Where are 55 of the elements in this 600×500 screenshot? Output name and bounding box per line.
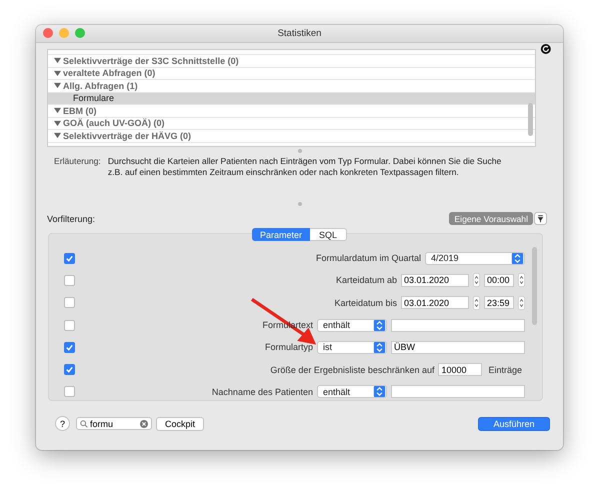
- unit-label: Einträge: [488, 364, 522, 375]
- tree-item[interactable]: Formulare: [48, 92, 536, 105]
- dropdown[interactable]: enthält: [317, 385, 387, 398]
- explanation-text: Durchsucht die Karteien aller Patienten nach Einträgen vom Typ Formular. Dabei können Sie die Suche z.B. auf einen bestimmten Zeitraum einschränken oder nach konkreten Textpassagen filtern.: [108, 156, 502, 178]
- input-field[interactable]: ÜBW: [391, 340, 525, 354]
- tab[interactable]: SQL: [310, 228, 348, 241]
- checkbox[interactable]: [64, 364, 75, 376]
- prefilter-label: Vorfilterung:: [47, 214, 96, 224]
- updown-arrows-icon[interactable]: [511, 252, 524, 264]
- updown-arrows-icon[interactable]: [373, 342, 386, 353]
- stepper-icon[interactable]: [473, 273, 480, 288]
- checkbox[interactable]: [64, 342, 75, 353]
- input-field[interactable]: 10000: [438, 363, 482, 376]
- parameter-label: Karteidatum bis: [334, 298, 397, 308]
- date-field[interactable]: 03.01.2020: [401, 274, 469, 287]
- dropdown[interactable]: ist: [317, 340, 387, 354]
- updown-arrows-icon[interactable]: [373, 386, 386, 398]
- tree-group[interactable]: Selektivverträge der HÄVG (0): [48, 130, 536, 142]
- input-field[interactable]: [391, 385, 525, 398]
- tree-group[interactable]: veraltete Abfragen (0): [48, 68, 536, 80]
- explanation-label: Erläuterung:: [54, 156, 101, 168]
- splitter-handle[interactable]: [298, 149, 302, 153]
- updown-arrows-icon[interactable]: [373, 320, 386, 331]
- tab[interactable]: Parameter: [252, 228, 310, 241]
- date-field[interactable]: 03.01.2020: [401, 296, 469, 310]
- search-field[interactable]: formu: [76, 417, 152, 430]
- time-field[interactable]: 00:00: [484, 274, 514, 287]
- splitter-handle[interactable]: [298, 202, 302, 206]
- cockpit-button[interactable]: Cockpit: [156, 416, 204, 430]
- parameter-label: Formulartyp: [264, 342, 313, 352]
- tree-group[interactable]: Selektivverträge der S3C Schnittstelle (0): [48, 55, 536, 68]
- checkbox[interactable]: [64, 320, 75, 331]
- checkbox[interactable]: [64, 274, 75, 286]
- refresh-icon[interactable]: [540, 43, 552, 55]
- time-field[interactable]: 23:59: [484, 296, 514, 310]
- parameter-label: Größe der Ergebnisliste beschränken auf: [270, 364, 434, 375]
- close-button[interactable]: [43, 28, 53, 38]
- parameter-label: Nachname des Patienten: [212, 386, 313, 397]
- checkbox[interactable]: [64, 386, 75, 398]
- dropdown[interactable]: enthält: [317, 318, 387, 332]
- window-title: Statistiken: [278, 28, 322, 39]
- checkbox[interactable]: [64, 297, 75, 308]
- search-icon: [80, 420, 88, 428]
- stepper-icon[interactable]: [518, 296, 525, 310]
- clear-icon[interactable]: [140, 420, 148, 428]
- run-button[interactable]: Ausführen: [478, 416, 550, 430]
- parameter-label: Formulardatum im Quartal: [316, 253, 421, 264]
- checkbox[interactable]: [64, 252, 75, 264]
- help-button[interactable]: ?: [55, 416, 70, 431]
- stepper-icon[interactable]: [473, 296, 480, 310]
- input-field[interactable]: [391, 318, 525, 332]
- dropdown[interactable]: 4/2019: [425, 252, 525, 265]
- search-input[interactable]: formu: [90, 418, 138, 428]
- stepper-icon[interactable]: [518, 273, 525, 288]
- parameter-label: Karteidatum ab: [336, 275, 397, 286]
